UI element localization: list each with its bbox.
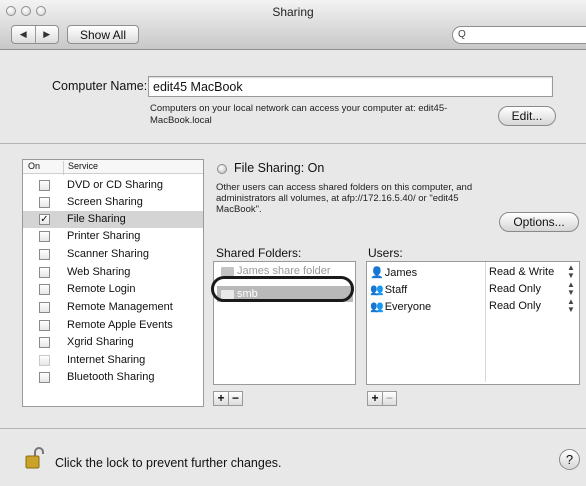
service-row-file-sharing[interactable]: ✓ File Sharing bbox=[23, 211, 203, 228]
shared-folders-label: Shared Folders: bbox=[216, 246, 302, 260]
service-label: Xgrid Sharing bbox=[67, 336, 134, 348]
lock-icon[interactable] bbox=[24, 446, 44, 470]
service-row-internet-sharing[interactable]: Internet Sharing bbox=[23, 352, 203, 369]
folder-icon bbox=[221, 266, 234, 276]
service-label: Remote Apple Events bbox=[67, 319, 173, 331]
forward-arrow-icon[interactable]: ▶ bbox=[34, 26, 59, 43]
column-header-service[interactable]: Service bbox=[63, 161, 98, 175]
user-row[interactable]: 👥Staff Read Only ▲ ▼ bbox=[367, 281, 579, 298]
checkbox[interactable] bbox=[39, 180, 50, 191]
computer-name-label: Computer Name: bbox=[52, 79, 148, 93]
add-folder-button[interactable]: + bbox=[214, 392, 228, 405]
footer-divider bbox=[0, 428, 586, 429]
service-row-remote-login[interactable]: Remote Login bbox=[23, 281, 203, 298]
search-field[interactable]: Q bbox=[452, 26, 586, 44]
service-row-xgrid-sharing[interactable]: Xgrid Sharing bbox=[23, 334, 203, 351]
user-name: Everyone bbox=[384, 301, 432, 313]
permission-popup[interactable]: Read Only bbox=[489, 283, 541, 295]
checkbox[interactable] bbox=[39, 249, 50, 260]
sharing-window: Sharing ◀ ▶ Show All Q Computer Name: ed… bbox=[0, 0, 586, 486]
checkbox[interactable] bbox=[39, 197, 50, 208]
service-row-scanner-sharing[interactable]: Scanner Sharing bbox=[23, 246, 203, 263]
checkmark-icon: ✓ bbox=[40, 214, 49, 225]
shared-folders-add-remove: + − bbox=[213, 391, 243, 406]
checkbox-checked[interactable]: ✓ bbox=[39, 214, 50, 225]
service-row-remote-apple-events[interactable]: Remote Apple Events bbox=[23, 317, 203, 334]
search-icon: Q bbox=[458, 29, 466, 40]
show-all-button[interactable]: Show All bbox=[67, 25, 139, 44]
checkbox[interactable] bbox=[39, 337, 50, 348]
status-indicator-icon bbox=[217, 164, 227, 174]
computer-name-note: Computers on your local network can acce… bbox=[150, 103, 448, 126]
service-label: Remote Login bbox=[67, 283, 136, 295]
checkbox[interactable] bbox=[39, 284, 50, 295]
checkbox[interactable] bbox=[39, 320, 50, 331]
back-arrow-icon[interactable]: ◀ bbox=[12, 26, 35, 43]
help-button[interactable]: ? bbox=[559, 449, 580, 470]
checkbox[interactable] bbox=[39, 302, 50, 313]
add-user-button[interactable]: + bbox=[368, 392, 382, 405]
user-name: Staff bbox=[384, 284, 408, 296]
service-row-dvd-cd-sharing[interactable]: DVD or CD Sharing bbox=[23, 177, 203, 194]
lock-message: Click the lock to prevent further change… bbox=[55, 456, 282, 470]
user-name: James bbox=[384, 267, 418, 279]
service-row-bluetooth-sharing[interactable]: Bluetooth Sharing bbox=[23, 369, 203, 386]
service-label: Printer Sharing bbox=[67, 230, 141, 242]
checkbox[interactable] bbox=[39, 231, 50, 242]
service-row-printer-sharing[interactable]: Printer Sharing bbox=[23, 228, 203, 245]
edit-button[interactable]: Edit... bbox=[498, 106, 556, 126]
updown-arrows-icon[interactable]: ▲ ▼ bbox=[567, 264, 575, 280]
service-label: File Sharing bbox=[67, 213, 126, 225]
remove-user-button[interactable]: − bbox=[382, 392, 396, 405]
title-bar: Sharing ◀ ▶ Show All Q bbox=[0, 0, 586, 50]
file-sharing-description: Other users can access shared folders on… bbox=[216, 182, 473, 215]
highlight-oval bbox=[211, 276, 354, 302]
back-forward-group: ◀ ▶ bbox=[11, 25, 59, 44]
section-divider bbox=[0, 143, 586, 144]
everyone-icon: 👥 bbox=[370, 301, 384, 313]
options-button[interactable]: Options... bbox=[499, 212, 579, 232]
service-row-remote-management[interactable]: Remote Management bbox=[23, 299, 203, 316]
checkbox[interactable] bbox=[39, 372, 50, 383]
service-label: Screen Sharing bbox=[67, 196, 143, 208]
remove-folder-button[interactable]: − bbox=[228, 392, 242, 405]
users-list[interactable]: 👤James Read & Write ▲ ▼ 👥Staff Read Only … bbox=[366, 261, 580, 385]
service-label: Remote Management bbox=[67, 301, 173, 313]
service-label: Internet Sharing bbox=[67, 354, 146, 366]
user-row[interactable]: 👤James Read & Write ▲ ▼ bbox=[367, 264, 579, 281]
service-list: On Service DVD or CD Sharing Screen Shar… bbox=[22, 159, 204, 407]
user-icon: 👤 bbox=[370, 267, 384, 279]
service-row-web-sharing[interactable]: Web Sharing bbox=[23, 264, 203, 281]
user-row[interactable]: 👥Everyone Read Only ▲ ▼ bbox=[367, 298, 579, 315]
checkbox[interactable] bbox=[39, 267, 50, 278]
service-row-screen-sharing[interactable]: Screen Sharing bbox=[23, 194, 203, 211]
service-label: DVD or CD Sharing bbox=[67, 179, 163, 191]
window-title: Sharing bbox=[272, 5, 314, 19]
updown-arrows-icon[interactable]: ▲ ▼ bbox=[567, 281, 575, 297]
users-label: Users: bbox=[368, 246, 403, 260]
checkbox[interactable] bbox=[39, 355, 50, 366]
service-label: Scanner Sharing bbox=[67, 248, 149, 260]
file-sharing-status: File Sharing: On bbox=[234, 161, 325, 175]
service-label: Bluetooth Sharing bbox=[67, 371, 155, 383]
permission-popup[interactable]: Read & Write bbox=[489, 266, 554, 278]
updown-arrows-icon[interactable]: ▲ ▼ bbox=[567, 298, 575, 314]
users-add-remove: + − bbox=[367, 391, 397, 406]
permission-popup[interactable]: Read Only bbox=[489, 300, 541, 312]
column-header-on[interactable]: On bbox=[28, 161, 40, 171]
group-icon: 👥 bbox=[370, 284, 384, 296]
service-label: Web Sharing bbox=[67, 266, 131, 278]
computer-name-field[interactable]: edit45 MacBook bbox=[148, 76, 553, 97]
service-list-header: On Service bbox=[23, 160, 203, 175]
